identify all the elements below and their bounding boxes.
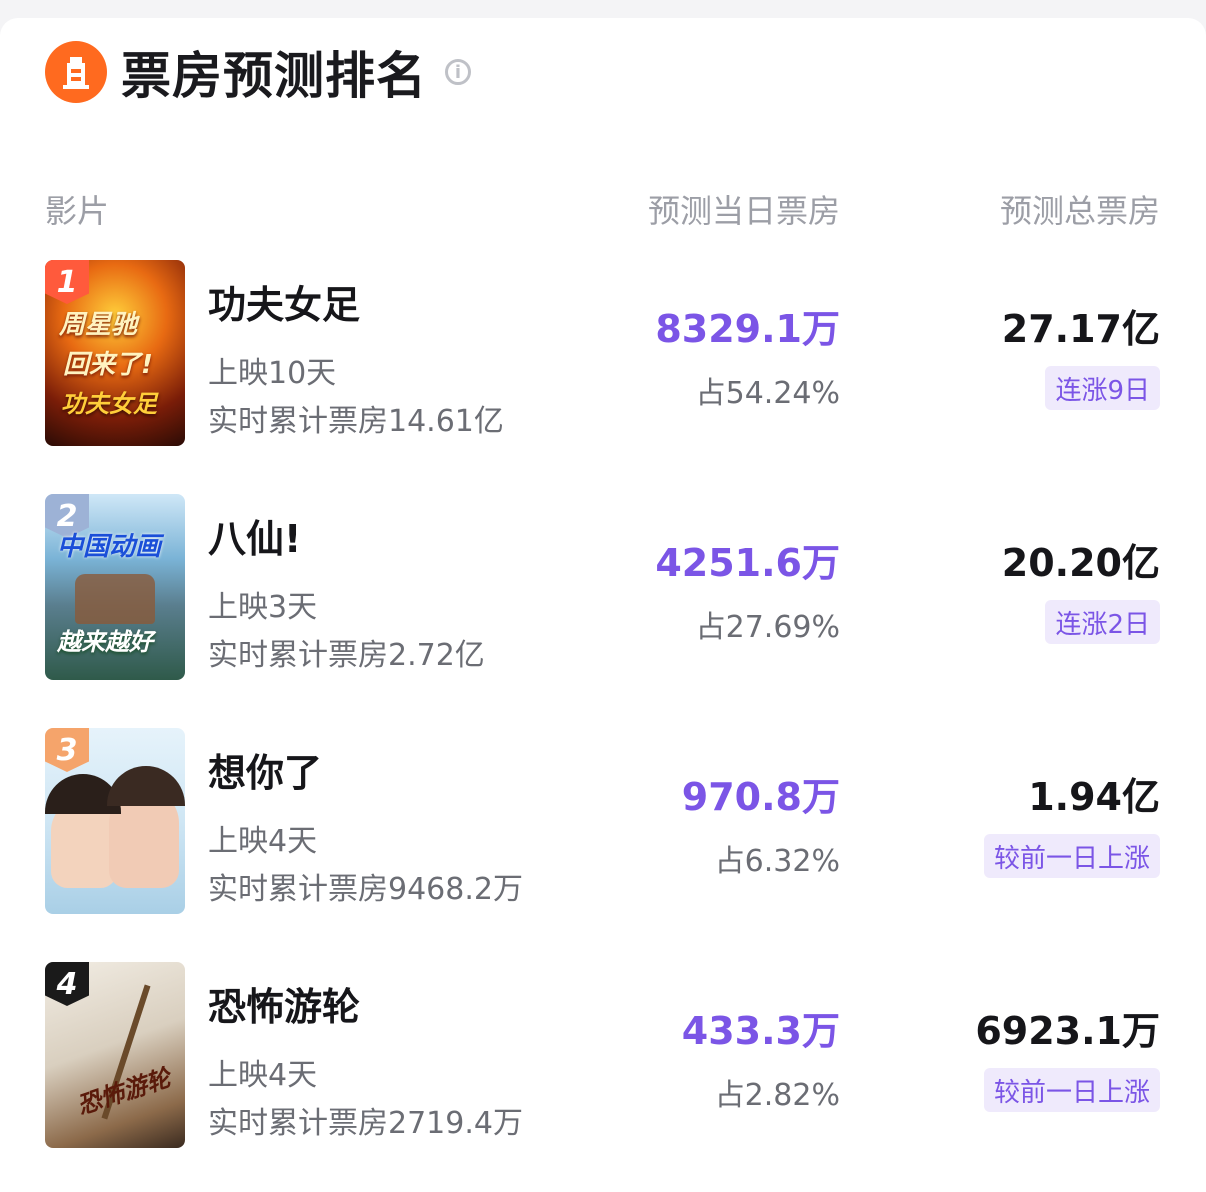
predicted-day-box-office: 8329.1万 bbox=[655, 307, 840, 351]
cumulative-box-office: 实时累计票房2.72亿 bbox=[208, 638, 485, 673]
trend-badge: 较前一日上涨 bbox=[983, 1068, 1160, 1112]
predicted-total-box-office: 20.20亿 bbox=[1001, 541, 1160, 585]
film-row[interactable]: 3 想你了 上映4天 实时累计票房9468.2万 970.8万 占6.32% 1… bbox=[0, 728, 1206, 914]
film-name[interactable]: 恐怖游轮 bbox=[208, 976, 360, 1031]
predicted-total-box-office: 6923.1万 bbox=[975, 1009, 1160, 1053]
column-header-film: 影片 bbox=[45, 192, 110, 230]
film-row[interactable]: 4 恐怖游轮 恐怖游轮 上映4天 实时累计票房2719.4万 433.3万 占2… bbox=[0, 962, 1206, 1148]
rank-badge: 3 bbox=[45, 728, 89, 772]
poster-text: 中国动画 bbox=[57, 532, 162, 562]
poster-text: 回来了! bbox=[63, 350, 153, 380]
predicted-total-box-office: 27.17亿 bbox=[1001, 307, 1160, 351]
page-title: 票房预测排名 bbox=[121, 47, 427, 105]
box-office-share: 占6.32% bbox=[714, 844, 840, 879]
film-name[interactable]: 功夫女足 bbox=[208, 274, 360, 329]
header: 票房预测排名 i bbox=[45, 40, 471, 105]
cumulative-box-office: 实时累计票房14.61亿 bbox=[208, 404, 504, 439]
rank-badge: 1 bbox=[45, 260, 89, 304]
film-poster[interactable]: 3 bbox=[45, 728, 185, 914]
film-poster[interactable]: 2 中国动画 越来越好 bbox=[45, 494, 185, 680]
poster-text: 功夫女足 bbox=[61, 390, 157, 418]
poster-text: 周星驰 bbox=[59, 310, 138, 340]
tower-icon bbox=[63, 57, 89, 89]
column-header-total-box-office[interactable]: 预测总票房 bbox=[1000, 186, 1160, 232]
film-poster[interactable]: 1 周星驰 回来了! 功夫女足 bbox=[45, 260, 185, 446]
rank-badge: 4 bbox=[45, 962, 89, 1006]
trend-badge: 连涨9日 bbox=[1045, 366, 1160, 410]
cumulative-box-office: 实时累计票房9468.2万 bbox=[208, 872, 523, 907]
predicted-day-box-office: 970.8万 bbox=[681, 775, 840, 819]
cumulative-box-office: 实时累计票房2719.4万 bbox=[208, 1106, 523, 1141]
trend-badge: 连涨2日 bbox=[1045, 600, 1160, 644]
film-tower-logo bbox=[45, 41, 107, 103]
release-days: 上映3天 bbox=[208, 590, 318, 625]
box-office-share: 占27.69% bbox=[695, 610, 840, 645]
film-name[interactable]: 想你了 bbox=[208, 742, 322, 797]
poster-art bbox=[75, 574, 155, 624]
film-name[interactable]: 八仙! bbox=[208, 508, 301, 563]
film-poster[interactable]: 4 恐怖游轮 bbox=[45, 962, 185, 1148]
box-office-share: 占2.82% bbox=[714, 1078, 840, 1113]
info-icon[interactable]: i bbox=[445, 59, 471, 85]
release-days: 上映4天 bbox=[208, 824, 318, 859]
release-days: 上映10天 bbox=[208, 356, 337, 391]
predicted-day-box-office: 433.3万 bbox=[681, 1009, 840, 1053]
film-row[interactable]: 2 中国动画 越来越好 八仙! 上映3天 实时累计票房2.72亿 4251.6万… bbox=[0, 494, 1206, 680]
predicted-total-box-office: 1.94亿 bbox=[1028, 775, 1160, 819]
predicted-day-box-office: 4251.6万 bbox=[655, 541, 840, 585]
film-row[interactable]: 1 周星驰 回来了! 功夫女足 功夫女足 上映10天 实时累计票房14.61亿 … bbox=[0, 260, 1206, 446]
poster-text: 越来越好 bbox=[57, 628, 153, 656]
release-days: 上映4天 bbox=[208, 1058, 318, 1093]
column-header-day-box-office[interactable]: 预测当日票房 bbox=[648, 186, 840, 232]
trend-badge: 较前一日上涨 bbox=[983, 834, 1160, 878]
box-office-share: 占54.24% bbox=[695, 376, 840, 411]
poster-art bbox=[107, 766, 185, 806]
